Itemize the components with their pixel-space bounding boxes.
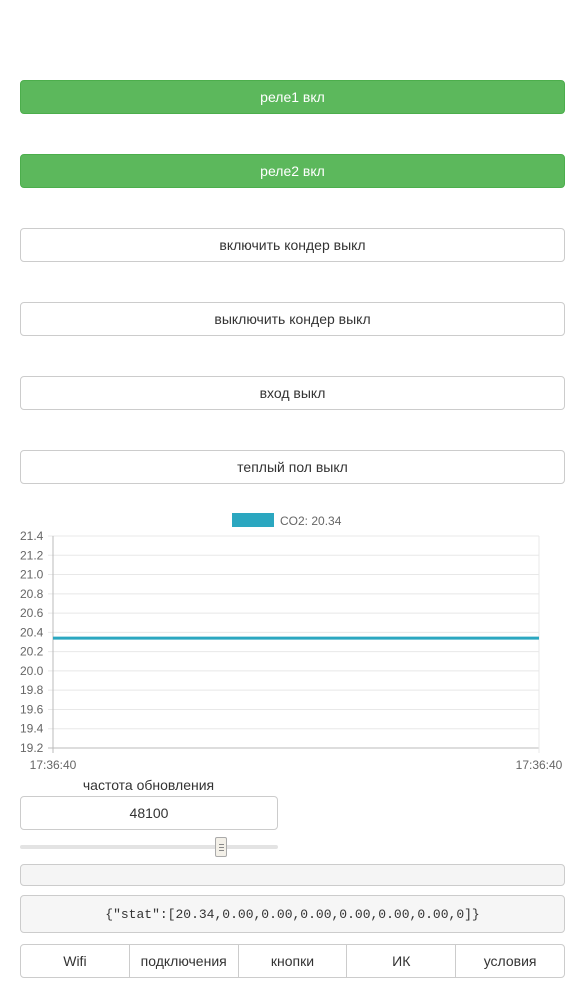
y-tick-label: 19.6 bbox=[20, 702, 44, 716]
tab-connections[interactable]: подключения bbox=[128, 944, 239, 978]
stat-output: {"stat":[20.34,0.00,0.00,0.00,0.00,0.00,… bbox=[20, 895, 565, 933]
y-tick-label: 20.6 bbox=[20, 606, 44, 620]
legend-swatch bbox=[232, 513, 274, 527]
y-tick-label: 21.0 bbox=[20, 568, 44, 582]
relay1-button[interactable]: реле1 вкл bbox=[20, 80, 565, 114]
ac-on-button[interactable]: включить кондер выкл bbox=[20, 228, 565, 262]
refresh-slider-handle[interactable] bbox=[215, 837, 228, 857]
floor-heating-button[interactable]: теплый пол выкл bbox=[20, 450, 565, 484]
refresh-label: частота обновления bbox=[82, 777, 215, 793]
x-tick-label: 17:36:40 bbox=[30, 758, 77, 772]
y-tick-label: 20.2 bbox=[20, 645, 44, 659]
relay2-button[interactable]: реле2 вкл bbox=[20, 154, 565, 188]
bottom-tabs: Wifi подключения кнопки ИК условия bbox=[20, 944, 565, 978]
y-tick-label: 21.2 bbox=[20, 548, 44, 562]
x-axis-ticks: 17:36:40 17:36:40 bbox=[30, 758, 563, 772]
refresh-input[interactable] bbox=[20, 796, 278, 830]
y-tick-label: 19.8 bbox=[20, 683, 44, 697]
x-tick-label: 17:36:40 bbox=[516, 758, 563, 772]
y-tick-label: 21.4 bbox=[20, 529, 44, 543]
co2-chart: 21.4 21.2 21.0 20.8 20.6 20.4 20.2 20.0 19.8 19.6… bbox=[20, 513, 563, 772]
input-button[interactable]: вход выкл bbox=[20, 376, 565, 410]
y-tick-label: 20.8 bbox=[20, 587, 44, 601]
tab-buttons[interactable]: кнопки bbox=[237, 944, 348, 978]
y-axis-ticks: 21.4 21.2 21.0 20.8 20.6 20.4 20.2 20.0 19.8 19.6… bbox=[20, 529, 44, 755]
legend-label: CO2: 20.34 bbox=[280, 514, 342, 528]
tab-ir[interactable]: ИК bbox=[346, 944, 457, 978]
tab-wifi[interactable]: Wifi bbox=[20, 944, 130, 978]
ac-off-button[interactable]: выключить кондер выкл bbox=[20, 302, 565, 336]
y-tick-label: 19.2 bbox=[20, 741, 44, 755]
y-tick-label: 20.0 bbox=[20, 664, 44, 678]
y-tick-label: 19.4 bbox=[20, 722, 44, 736]
chart-grid bbox=[48, 535, 540, 753]
y-tick-label: 20.4 bbox=[20, 625, 44, 639]
tab-conditions[interactable]: условия bbox=[455, 944, 565, 978]
empty-status-bar bbox=[20, 864, 565, 886]
refresh-slider-track[interactable] bbox=[20, 845, 278, 849]
